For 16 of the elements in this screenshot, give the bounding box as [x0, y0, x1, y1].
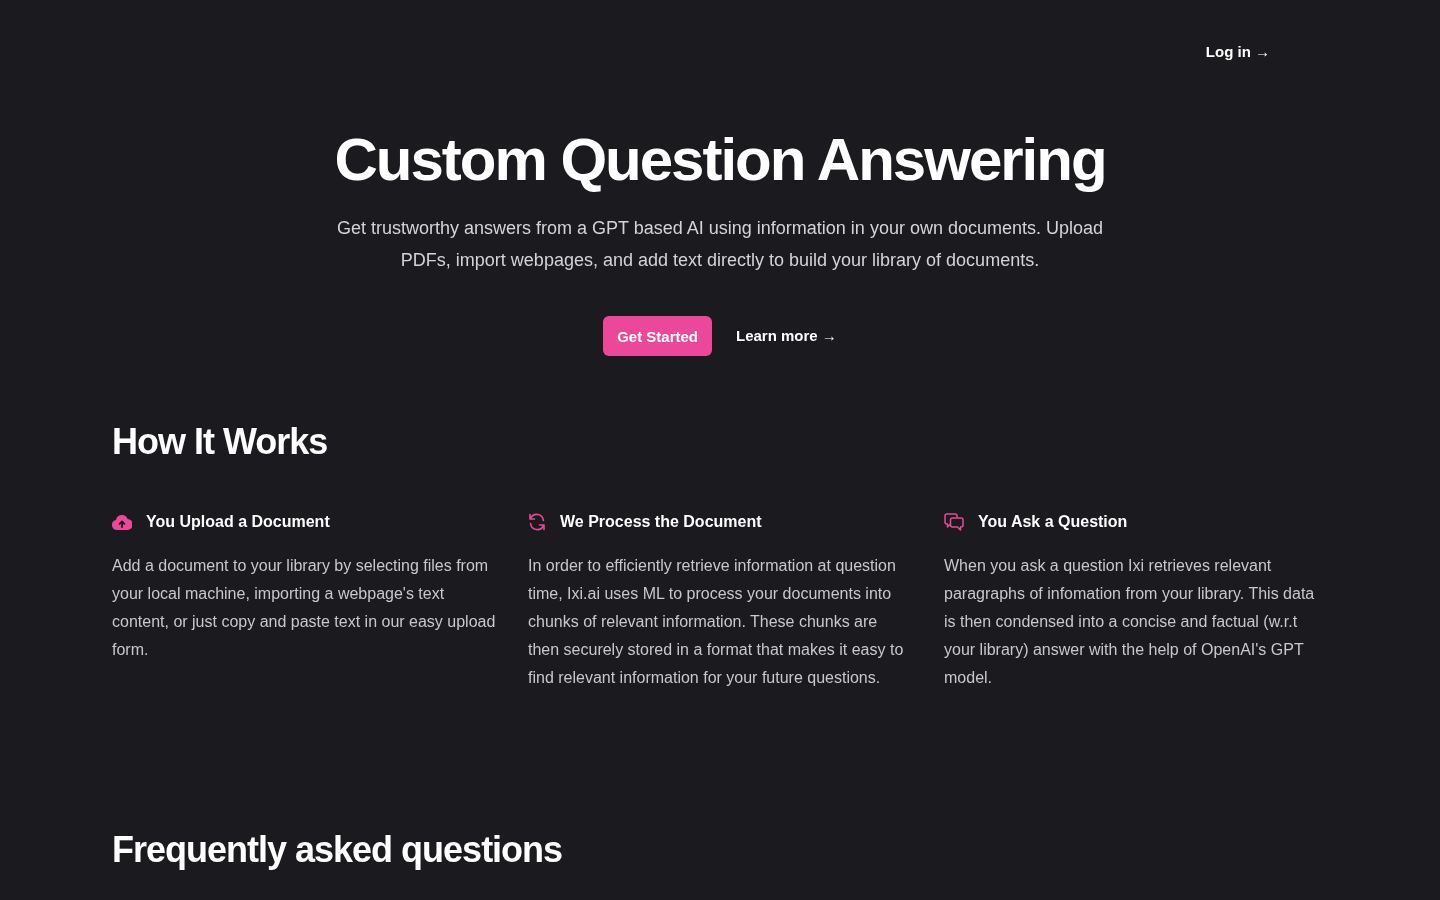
step-title: We Process the Document — [560, 512, 762, 532]
step-description: In order to efficiently retrieve information at question time, Ixi.ai uses ML to process your documents into chunks of relevant information. These chunks are then securely stored in a format that makes it easy to find relevant information for your future questions. — [528, 556, 905, 688]
step-description: Add a document to your library by selecting files from your local machine, importing a webpage's text content, or just copy and paste text in our easy upload form. — [112, 556, 496, 660]
get-started-button[interactable]: Get Started — [603, 316, 712, 356]
step-title: You Upload a Document — [146, 512, 330, 532]
chat-bubbles-icon — [944, 513, 964, 531]
hero-title: Custom Question Answering — [334, 128, 1106, 192]
step-title: You Ask a Question — [978, 512, 1128, 532]
hero-subtitle: Get trustworthy answers from a GPT based AI using information in your own documents. Upload PDFs, import webpages, and add text directly to build your library of documents. — [336, 217, 1104, 272]
login-link[interactable]: Log in → — [1205, 42, 1270, 62]
section-heading: How It Works — [112, 420, 329, 463]
learn-more-link[interactable]: Learn more → — [736, 326, 837, 346]
step-description: When you ask a question Ixi retrieves relevant paragraphs of infomation from your library. This data is then condensed into a concise and factual (w.r.t your library) answer with the help of OpenAI's GPT model. — [944, 556, 1316, 688]
refresh-icon — [528, 513, 546, 531]
cloud-upload-icon — [112, 514, 132, 530]
section-heading: Frequently asked questions — [112, 828, 564, 871]
